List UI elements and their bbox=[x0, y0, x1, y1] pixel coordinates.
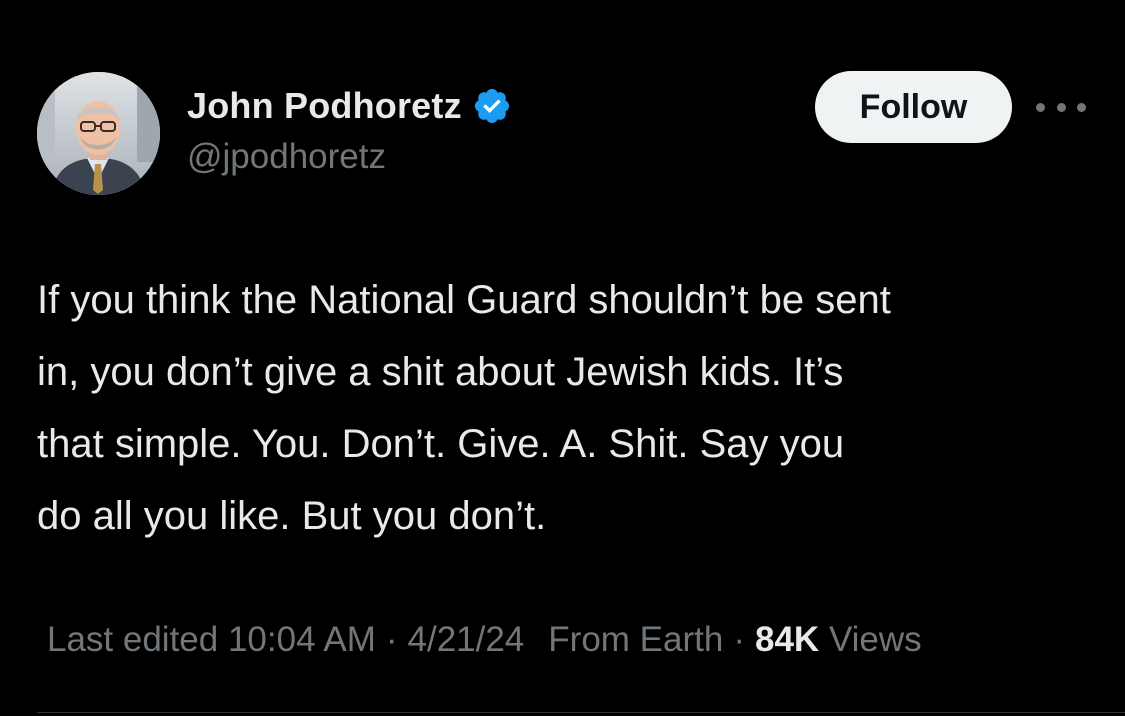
author-name-row: John Podhoretz bbox=[187, 84, 512, 128]
more-dot bbox=[1077, 102, 1086, 112]
more-dot bbox=[1036, 102, 1045, 112]
tweet-text-line: that simple. You. Don’t. Give. A. Shit. … bbox=[37, 422, 845, 466]
author-display-name[interactable]: John Podhoretz bbox=[187, 85, 462, 127]
views-count[interactable]: 84K bbox=[755, 620, 819, 659]
views-label: Views bbox=[828, 620, 922, 659]
tweet-text: If you think the National Guard shouldn’… bbox=[37, 264, 1097, 552]
follow-button[interactable]: Follow bbox=[815, 71, 1012, 143]
tweet-location: From Earth bbox=[548, 620, 724, 659]
tweet-meta: Last edited 10:04 AM · 4/21/24 From Earth · 8… bbox=[47, 620, 922, 660]
edited-timestamp[interactable]: Last edited 10:04 AM bbox=[47, 620, 376, 659]
tweet-text-line: If you think the National Guard shouldn’… bbox=[37, 278, 891, 322]
more-horizontal-icon[interactable] bbox=[1036, 94, 1086, 120]
avatar[interactable] bbox=[37, 72, 160, 195]
tweet-text-line: do all you like. But you don’t. bbox=[37, 494, 547, 538]
meta-separator: · bbox=[385, 620, 398, 659]
more-dot bbox=[1056, 102, 1066, 112]
tweet-date[interactable]: 4/21/24 bbox=[408, 620, 525, 659]
divider bbox=[37, 712, 1125, 713]
meta-separator: · bbox=[733, 620, 745, 659]
verified-badge-icon[interactable] bbox=[472, 86, 512, 126]
tweet-card: John Podhoretz @jpodhoretz Follow If you… bbox=[0, 0, 1125, 716]
tweet-text-line: in, you don’t give a shit about Jewish k… bbox=[37, 350, 844, 394]
author-handle[interactable]: @jpodhoretz bbox=[187, 137, 386, 177]
